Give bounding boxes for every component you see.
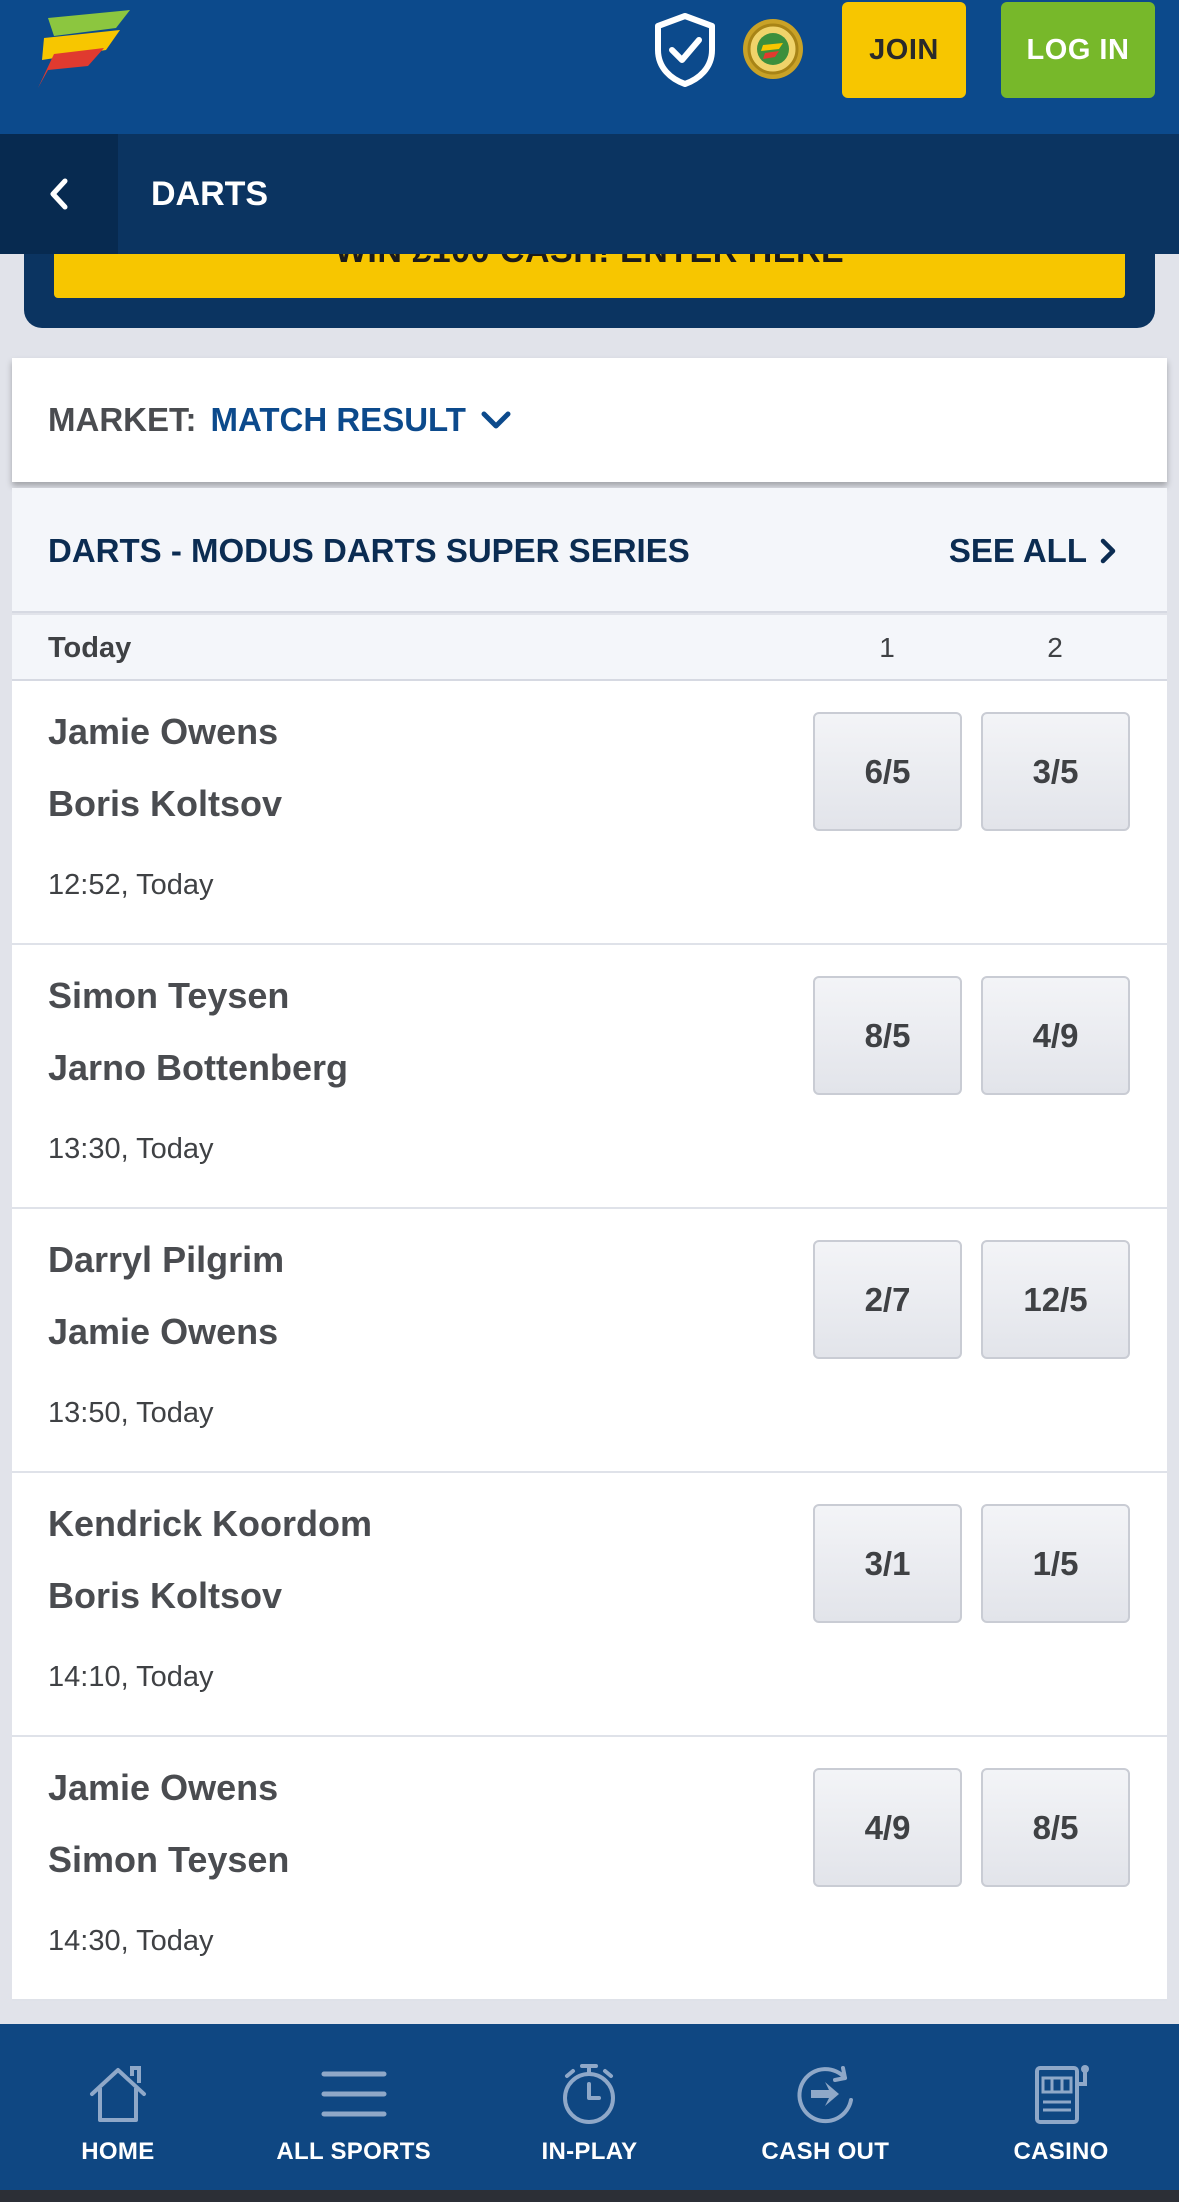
promo-banner: WIN £100 CASH! ENTER HERE bbox=[24, 254, 1155, 328]
promo-label: WIN £100 CASH! ENTER HERE bbox=[54, 254, 1125, 271]
column-home-label: 1 bbox=[879, 632, 895, 663]
event-time: 12:52, Today bbox=[48, 869, 214, 901]
player-away: Jarno Bottenberg bbox=[48, 1047, 349, 1088]
brand-logo[interactable] bbox=[34, 8, 138, 92]
player-home: Jamie Owens bbox=[48, 1767, 279, 1808]
odds-button-home[interactable]: 4/9 bbox=[813, 1768, 962, 1887]
event-time: 13:30, Today bbox=[48, 1133, 214, 1165]
nav-label: ALL SPORTS bbox=[276, 2138, 431, 2165]
event-time: 14:10, Today bbox=[48, 1661, 214, 1693]
coin-icon[interactable] bbox=[741, 17, 805, 81]
nav-item-home[interactable]: HOME bbox=[0, 2024, 236, 2190]
market-label: MARKET: bbox=[48, 401, 197, 438]
chevron-left-icon bbox=[50, 178, 68, 210]
system-nav-strip bbox=[0, 2190, 1179, 2202]
player-home: Jamie Owens bbox=[48, 711, 279, 752]
market-selector[interactable]: MARKET: MATCH RESULT bbox=[12, 358, 1167, 482]
page-title: DARTS bbox=[151, 174, 269, 213]
event-list: Jamie Owens Boris Koltsov 12:52, Today 6… bbox=[12, 681, 1167, 2001]
odds-button-home[interactable]: 8/5 bbox=[813, 976, 962, 1095]
odds-button-away[interactable]: 1/5 bbox=[981, 1504, 1130, 1623]
shield-check-icon[interactable] bbox=[652, 12, 718, 88]
player-home: Darryl Pilgrim bbox=[48, 1239, 285, 1280]
chevron-right-icon bbox=[1100, 538, 1116, 563]
odds-button-away[interactable]: 3/5 bbox=[981, 712, 1130, 831]
odds-button-away[interactable]: 8/5 bbox=[981, 1768, 1130, 1887]
event-row[interactable]: Simon Teysen Jarno Bottenberg 13:30, Tod… bbox=[12, 945, 1167, 1209]
player-home: Simon Teysen bbox=[48, 975, 290, 1016]
home-icon bbox=[89, 2066, 146, 2122]
player-away: Jamie Owens bbox=[48, 1311, 279, 1352]
nav-label: HOME bbox=[81, 2138, 155, 2165]
login-button[interactable]: LOG IN bbox=[1001, 2, 1155, 98]
odds-column-header: Today 1 2 bbox=[12, 615, 1167, 681]
slot-machine-icon bbox=[1035, 2065, 1090, 2124]
nav-label: CASINO bbox=[1013, 2138, 1109, 2165]
competition-header: DARTS - MODUS DARTS SUPER SERIES SEE ALL bbox=[12, 488, 1167, 613]
competition-title: DARTS - MODUS DARTS SUPER SERIES bbox=[48, 531, 690, 569]
event-time: 14:30, Today bbox=[48, 1925, 214, 1957]
see-all-label: SEE ALL bbox=[948, 531, 1087, 569]
see-all-link[interactable]: SEE ALL bbox=[949, 488, 1117, 613]
column-away-label: 2 bbox=[1047, 632, 1063, 663]
player-away: Boris Koltsov bbox=[48, 1575, 283, 1616]
cash-out-icon bbox=[797, 2066, 854, 2124]
event-row[interactable]: Darryl Pilgrim Jamie Owens 13:50, Today … bbox=[12, 1209, 1167, 1473]
nav-label: IN-PLAY bbox=[541, 2138, 638, 2165]
odds-button-away[interactable]: 4/9 bbox=[981, 976, 1130, 1095]
nav-item-in-play[interactable]: IN-PLAY bbox=[472, 2024, 708, 2190]
nav-item-all-sports[interactable]: ALL SPORTS bbox=[236, 2024, 472, 2190]
odds-button-home[interactable]: 2/7 bbox=[813, 1240, 962, 1359]
chevron-down-icon bbox=[481, 411, 511, 429]
event-time: 13:50, Today bbox=[48, 1397, 214, 1429]
event-row[interactable]: Jamie Owens Simon Teysen 14:30, Today 4/… bbox=[12, 1737, 1167, 2001]
odds-button-home[interactable]: 3/1 bbox=[813, 1504, 962, 1623]
event-row[interactable]: Jamie Owens Boris Koltsov 12:52, Today 6… bbox=[12, 681, 1167, 945]
join-button[interactable]: JOIN bbox=[842, 2, 966, 98]
sport-subheader: DARTS bbox=[0, 134, 1179, 254]
market-value[interactable]: MATCH RESULT bbox=[210, 401, 465, 439]
nav-item-casino[interactable]: CASINO bbox=[943, 2024, 1179, 2190]
player-home: Kendrick Koordom bbox=[48, 1503, 373, 1544]
event-row[interactable]: Kendrick Koordom Boris Koltsov 14:10, To… bbox=[12, 1473, 1167, 1737]
promo-button[interactable]: WIN £100 CASH! ENTER HERE bbox=[54, 254, 1125, 298]
player-away: Simon Teysen bbox=[48, 1839, 290, 1880]
menu-icon bbox=[321, 2071, 387, 2117]
odds-button-away[interactable]: 12/5 bbox=[981, 1240, 1130, 1359]
top-header: JOIN LOG IN bbox=[0, 0, 1179, 134]
player-away: Boris Koltsov bbox=[48, 783, 283, 824]
stopwatch-icon bbox=[563, 2064, 616, 2124]
bottom-nav: HOME ALL SPORTS IN-PLAY CASH OUT CASINO bbox=[0, 2024, 1179, 2190]
day-label: Today bbox=[48, 631, 132, 664]
nav-item-cash-out[interactable]: CASH OUT bbox=[707, 2024, 943, 2190]
back-button[interactable] bbox=[0, 134, 118, 254]
nav-label: CASH OUT bbox=[761, 2138, 890, 2165]
odds-button-home[interactable]: 6/5 bbox=[813, 712, 962, 831]
